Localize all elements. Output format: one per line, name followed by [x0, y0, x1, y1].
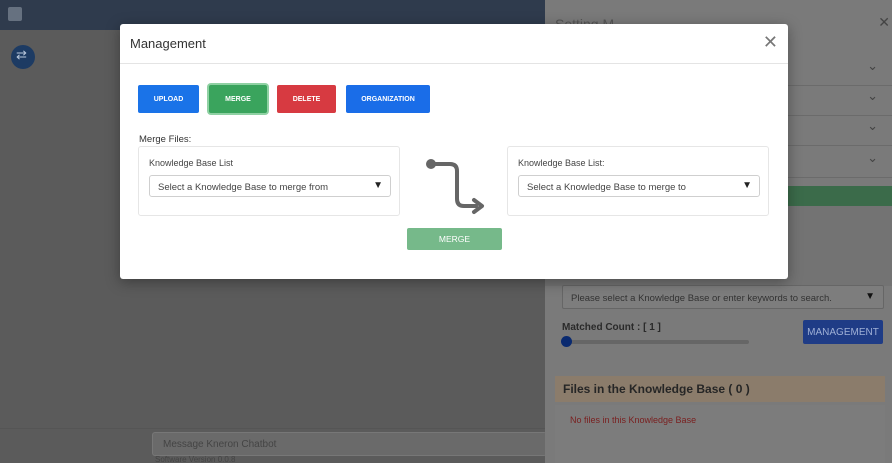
source-kb-label: Knowledge Base List	[149, 158, 234, 168]
source-kb-placeholder: Select a Knowledge Base to merge from	[158, 182, 329, 193]
chevron-down-icon: ⌄	[867, 58, 878, 73]
management-modal: Management ✕ UPLOAD MERGE DELETE ORGANIZ…	[120, 24, 788, 279]
version-text: Software Version 0.0.8	[155, 455, 236, 463]
chevron-down-icon: ▼	[373, 180, 383, 191]
upload-button[interactable]: UPLOAD	[138, 85, 199, 113]
target-kb-card: Knowledge Base List: Select a Knowledge …	[507, 146, 769, 216]
swap-icon: ⇄	[16, 47, 27, 62]
delete-button[interactable]: DELETE	[277, 85, 336, 113]
close-icon[interactable]: ✕	[878, 14, 890, 31]
files-panel	[555, 405, 885, 463]
files-header: Files in the Knowledge Base ( 0 )	[555, 376, 885, 402]
chevron-down-icon: ⌄	[867, 150, 878, 165]
source-kb-card: Knowledge Base List Select a Knowledge B…	[138, 146, 400, 216]
target-kb-placeholder: Select a Knowledge Base to merge to	[527, 182, 686, 193]
management-button[interactable]: MANAGEMENT	[803, 320, 883, 344]
match-slider-handle[interactable]	[561, 336, 572, 347]
merge-tab-button[interactable]: MERGE	[209, 85, 267, 113]
organization-button[interactable]: ORGANIZATION	[346, 85, 430, 113]
app-logo-icon	[8, 7, 22, 21]
target-kb-label: Knowledge Base List:	[518, 158, 605, 168]
merge-submit-button[interactable]: MERGE	[407, 228, 502, 250]
chevron-down-icon: ▼	[742, 180, 752, 191]
matched-count: Matched Count : [ 1 ]	[562, 322, 661, 333]
modal-header: Management ✕	[120, 24, 788, 64]
chevron-down-icon: ⌄	[867, 118, 878, 133]
target-kb-select[interactable]: Select a Knowledge Base to merge to ▼	[518, 175, 760, 197]
modal-title: Management	[130, 36, 206, 51]
merge-flow-icon	[426, 159, 484, 214]
close-icon[interactable]: ✕	[763, 32, 778, 53]
merge-files-label: Merge Files:	[139, 134, 192, 145]
match-slider-track[interactable]	[564, 340, 749, 344]
chevron-down-icon: ▼	[865, 291, 875, 302]
source-kb-select[interactable]: Select a Knowledge Base to merge from ▼	[149, 175, 391, 197]
message-input[interactable]: Message Kneron Chatbot	[152, 432, 547, 456]
new-chat-button[interactable]: ⇄	[11, 45, 35, 69]
knowledge-base-search-select[interactable]: Please select a Knowledge Base or enter …	[562, 285, 884, 309]
chevron-down-icon: ⌄	[867, 88, 878, 103]
no-files-message: No files in this Knowledge Base	[570, 415, 697, 425]
divider	[0, 428, 545, 429]
knowledge-base-search-placeholder: Please select a Knowledge Base or enter …	[571, 293, 832, 304]
